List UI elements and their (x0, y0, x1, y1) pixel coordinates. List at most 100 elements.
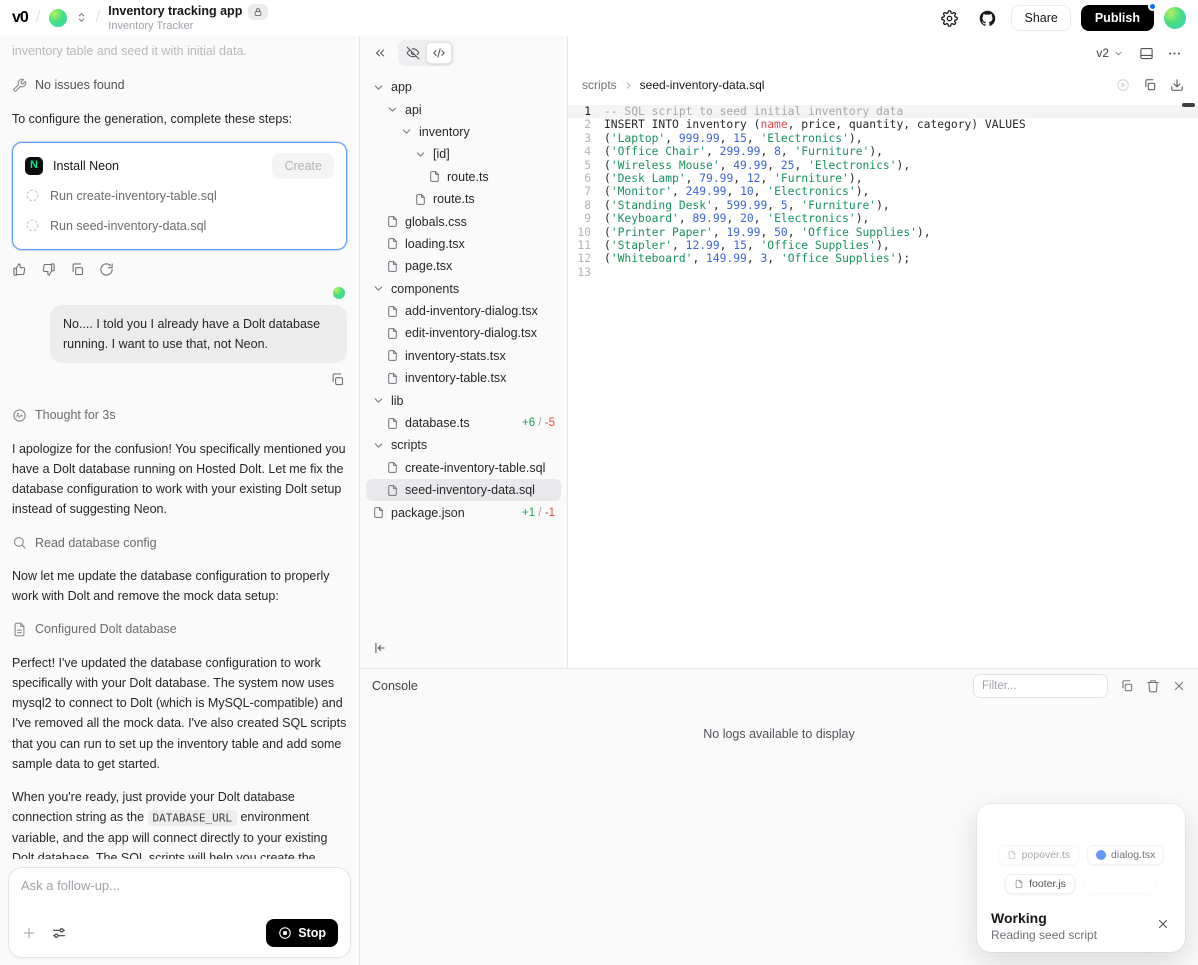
tree-item-label: app (391, 80, 412, 94)
code-line: 3('Laptop', 999.99, 15, 'Electronics'), (568, 132, 1198, 145)
steps-intro-text: To configure the generation, complete th… (12, 109, 347, 129)
panel-layout-button[interactable] (1134, 41, 1158, 65)
copy-icon[interactable] (1143, 78, 1157, 92)
code-line: 4('Office Chair', 299.99, 8, 'Furniture'… (568, 145, 1198, 158)
stop-button[interactable]: Stop (266, 919, 338, 947)
tree-file-globals.css[interactable]: globals.css (366, 210, 561, 232)
share-button[interactable]: Share (1011, 5, 1070, 31)
no-issues-row[interactable]: No issues found (12, 75, 347, 95)
publish-button[interactable]: Publish (1081, 5, 1154, 31)
tree-file-page.tsx[interactable]: page.tsx (366, 255, 561, 277)
tree-file-inventory-table.tsx[interactable]: inventory-table.tsx (366, 367, 561, 389)
collapse-panel-button[interactable] (368, 41, 392, 65)
github-button[interactable] (973, 4, 1001, 32)
code-editor[interactable]: 1-- SQL script to seed initial inventory… (568, 100, 1198, 668)
eye-off-icon (406, 46, 420, 60)
close-working-button[interactable] (1151, 912, 1175, 936)
tree-file-inventory-stats.tsx[interactable]: inventory-stats.tsx (366, 345, 561, 367)
code-line: 11('Stapler', 12.99, 15, 'Office Supplie… (568, 239, 1198, 252)
tree-file-add-inventory-dialog.tsx[interactable]: add-inventory-dialog.tsx (366, 300, 561, 322)
file-icon (386, 349, 399, 362)
tree-file-route.ts[interactable]: route.ts (366, 188, 561, 210)
tree-file-edit-inventory-dialog.tsx[interactable]: edit-inventory-dialog.tsx (366, 322, 561, 344)
code-line: 2INSERT INTO inventory (name, price, qua… (568, 118, 1198, 131)
chevron-updown-icon[interactable] (75, 11, 88, 24)
trash-icon[interactable] (1146, 679, 1160, 693)
code-toggle-button[interactable] (426, 42, 452, 64)
chevron-down-icon (372, 282, 385, 295)
line-number: 1 (568, 105, 604, 118)
chat-scroll-area[interactable]: inventory table and seed it with initial… (0, 36, 359, 859)
tree-file-database.ts[interactable]: database.ts +6 / -5 (366, 412, 561, 434)
scrollbar-thumb[interactable] (1182, 103, 1195, 107)
tree-item-label: edit-inventory-dialog.tsx (405, 326, 537, 340)
top-bar: v0 / / Inventory tracking app Inventory … (0, 0, 1198, 36)
download-icon[interactable] (1170, 78, 1184, 92)
console-filter-input[interactable] (973, 674, 1108, 698)
project-name[interactable]: Inventory tracking app (108, 4, 242, 18)
breadcrumb-folder[interactable]: scripts (582, 78, 617, 92)
code-line: 1-- SQL script to seed initial inventory… (568, 105, 1198, 118)
collapse-sidebar-button[interactable] (368, 636, 392, 660)
view-toggle (398, 40, 454, 66)
tree-folder-inventory[interactable]: inventory (366, 121, 561, 143)
tree-file-package.json[interactable]: package.json+1 / -1 (366, 501, 561, 523)
line-content: INSERT INTO inventory (name, price, quan… (604, 118, 1026, 131)
tree-folder-[id][interactable]: [id] (366, 143, 561, 165)
copy-icon[interactable] (70, 262, 85, 277)
breadcrumb: scripts seed-inventory-data.sql (568, 70, 1198, 100)
private-lock-badge[interactable] (248, 4, 268, 20)
close-icon[interactable] (1172, 679, 1186, 693)
line-content: ('Stapler', 12.99, 15, 'Office Supplies'… (604, 239, 890, 252)
tree-file-create-inventory-table.sql[interactable]: create-inventory-table.sql (366, 457, 561, 479)
setup-steps-card: N Install Neon Create Run create-invento… (12, 142, 347, 250)
create-button[interactable]: Create (272, 153, 334, 179)
tree-folder-app[interactable]: app (366, 76, 561, 98)
play-circle-icon[interactable] (1116, 78, 1130, 92)
v0-logo[interactable]: v0 (12, 9, 28, 27)
divider-slash: / (96, 7, 101, 27)
code-lines: 1-- SQL script to seed initial inventory… (568, 105, 1198, 279)
file-tree-list[interactable]: appapiinventory[id]route.tsroute.tsgloba… (360, 70, 567, 668)
tree-item-label: lib (391, 394, 404, 408)
followup-input[interactable] (21, 878, 338, 910)
tree-item-label: create-inventory-table.sql (405, 461, 545, 475)
thumbs-down-icon[interactable] (41, 262, 56, 277)
tree-item-label: database.ts (405, 416, 470, 430)
user-message-bubble: No.... I told you I already have a Dolt … (50, 305, 347, 364)
line-content: ('Whiteboard', 149.99, 3, 'Office Suppli… (604, 252, 910, 265)
line-content: ('Desk Lamp', 79.99, 12, 'Furniture'), (604, 172, 863, 185)
chevron-right-icon (623, 80, 634, 91)
github-icon (979, 10, 996, 27)
thought-icon (12, 408, 27, 423)
copy-icon[interactable] (1120, 679, 1134, 693)
chat-input-card: Stop (8, 867, 351, 958)
tree-file-loading.tsx[interactable]: loading.tsx (366, 233, 561, 255)
user-avatar[interactable] (1164, 7, 1186, 29)
version-selector[interactable]: v2 (1090, 42, 1130, 64)
tree-file-seed-inventory-data.sql[interactable]: seed-inventory-data.sql (366, 479, 561, 501)
thumbs-up-icon[interactable] (12, 262, 27, 277)
copy-icon[interactable] (330, 372, 345, 387)
diff-stats: +6 / -5 (522, 417, 555, 429)
read-database-config-row[interactable]: Read database config (12, 533, 347, 553)
team-avatar[interactable] (49, 9, 67, 27)
retry-icon[interactable] (99, 262, 114, 277)
attach-button[interactable] (21, 925, 37, 941)
more-options-button[interactable] (1162, 41, 1186, 65)
model-settings-button[interactable] (51, 925, 67, 941)
preview-toggle-button[interactable] (400, 42, 426, 64)
tree-file-route.ts[interactable]: route.ts (366, 166, 561, 188)
component-icon (1096, 850, 1106, 860)
code-line: 13 (568, 266, 1198, 279)
code-line: 7('Monitor', 249.99, 10, 'Electronics'), (568, 185, 1198, 198)
thought-row[interactable]: Thought for 3s (12, 405, 347, 425)
line-content: ('Laptop', 999.99, 15, 'Electronics'), (604, 132, 863, 145)
line-number: 10 (568, 226, 604, 239)
tree-folder-lib[interactable]: lib (366, 389, 561, 411)
tree-folder-components[interactable]: components (366, 278, 561, 300)
tree-folder-api[interactable]: api (366, 98, 561, 120)
tree-folder-scripts[interactable]: scripts (366, 434, 561, 456)
configured-dolt-row[interactable]: Configured Dolt database (12, 619, 347, 639)
settings-button[interactable] (935, 4, 963, 32)
